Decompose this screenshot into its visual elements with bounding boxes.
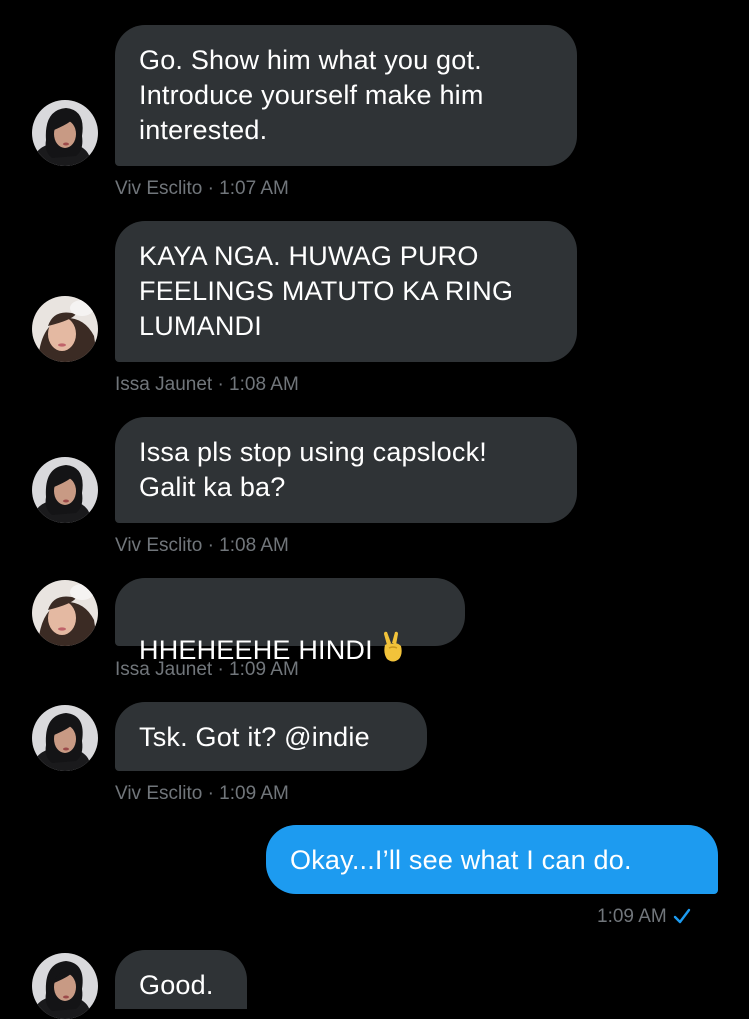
message-meta: Viv Esclito · 1:09 AM: [115, 783, 289, 804]
issa-avatar-icon[interactable]: [32, 296, 98, 362]
read-check-icon: [673, 907, 691, 931]
message-bubble[interactable]: Go. Show him what you got. Introduce you…: [115, 25, 577, 166]
sent-message-meta: 1:09 AM: [597, 906, 691, 931]
message-meta: Viv Esclito · 1:08 AM: [115, 535, 289, 556]
message-meta: Issa Jaunet · 1:09 AM: [115, 659, 299, 680]
message-bubble[interactable]: KAYA NGA. HUWAG PURO FEELINGS MATUTO KA …: [115, 221, 577, 362]
dm-conversation-thread: Go. Show him what you got. Introduce you…: [0, 0, 749, 1019]
message-time: 1:09 AM: [597, 906, 667, 927]
message-bubble[interactable]: Good.: [115, 950, 247, 1009]
viv-avatar-icon[interactable]: [32, 953, 98, 1019]
message-bubble[interactable]: Issa pls stop using capslock! Galit ka b…: [115, 417, 577, 523]
viv-avatar-icon[interactable]: [32, 100, 98, 166]
message-bubble[interactable]: Tsk. Got it? @indie: [115, 702, 427, 771]
viv-avatar-icon[interactable]: [32, 457, 98, 523]
message-meta: Viv Esclito · 1:07 AM: [115, 178, 289, 199]
message-meta: Issa Jaunet · 1:08 AM: [115, 374, 299, 395]
victory-hand-icon: [379, 631, 407, 672]
issa-avatar-icon[interactable]: [32, 580, 98, 646]
sent-message-bubble[interactable]: Okay...I’ll see what I can do.: [266, 825, 718, 894]
viv-avatar-icon[interactable]: [32, 705, 98, 771]
message-bubble[interactable]: HHEHEEHE HINDI: [115, 578, 465, 665]
